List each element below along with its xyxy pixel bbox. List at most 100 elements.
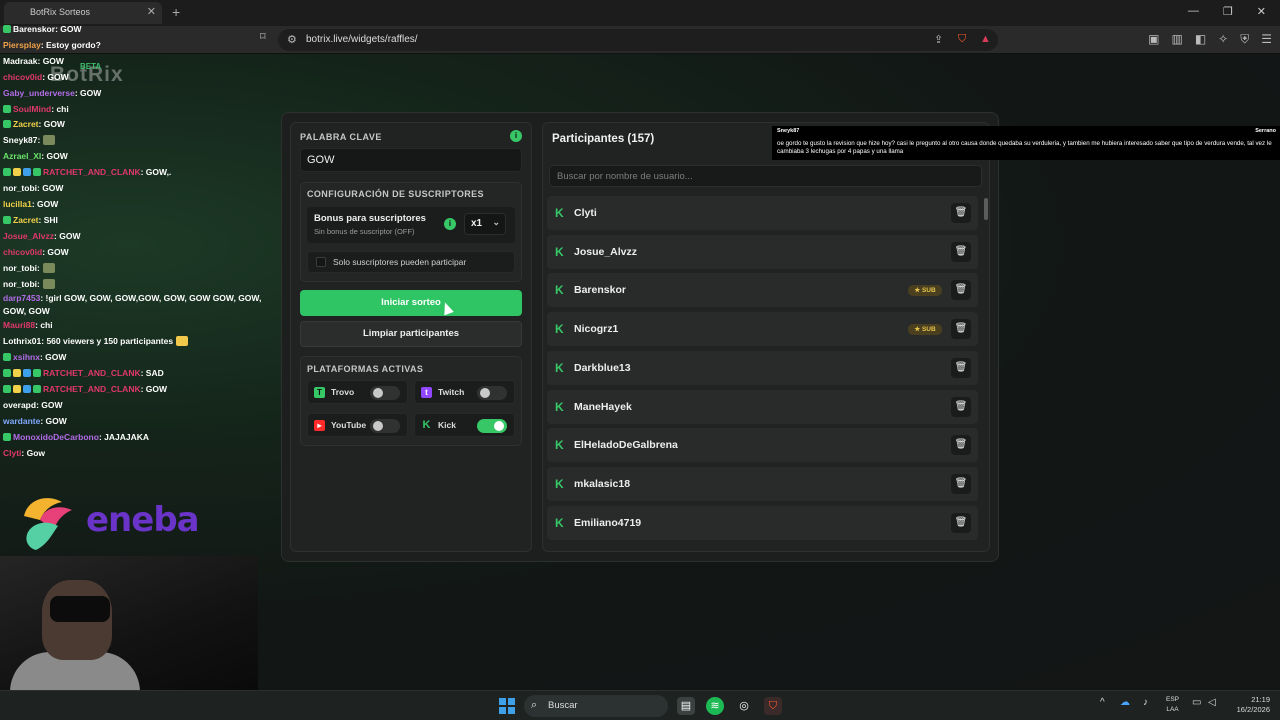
url-field[interactable]: ⚙ botrix.live/widgets/raffles/ ⇪ ⛉ ▲: [278, 29, 998, 51]
chat-text: : chi: [35, 320, 53, 331]
participant-row[interactable]: K ElHeladoDeGalbrena 🗑: [547, 428, 978, 463]
spotify-icon[interactable]: ≋: [706, 697, 724, 715]
new-tab-button[interactable]: +: [172, 4, 180, 20]
site-info-icon[interactable]: ⚙: [287, 33, 297, 46]
language-indicator[interactable]: ESP LAA: [1166, 695, 1179, 715]
kick-toggle[interactable]: [477, 419, 507, 433]
chat-text: : GOW: [39, 352, 67, 363]
multiplier-select[interactable]: x1 ⌄: [464, 213, 506, 235]
trash-icon[interactable]: 🗑: [951, 473, 971, 494]
chat-message: wardante: GOW: [3, 414, 263, 430]
obs-icon[interactable]: ◎: [735, 697, 753, 715]
sidebar-icon[interactable]: ▥: [1171, 32, 1182, 47]
brave-shield-icon[interactable]: ⛉: [958, 33, 966, 46]
chat-emote-icon: [176, 336, 189, 347]
chat-message: overapd: GOW: [3, 398, 263, 414]
tab-botrix[interactable]: BotRix Sorteos ✕: [4, 2, 162, 24]
participant-name: ManeHayek: [574, 400, 632, 413]
brave-rewards-icon[interactable]: ▲: [980, 33, 991, 45]
participant-row[interactable]: K Darkblue13 🗑: [547, 350, 978, 385]
chat-username: MonoxidoDeCarbono: [13, 431, 99, 442]
platform-name: Trovo: [331, 387, 355, 397]
participant-row[interactable]: K Nicogrz1 ★ SUB 🗑: [547, 312, 978, 347]
trash-icon[interactable]: 🗑: [951, 357, 971, 378]
participant-search-input[interactable]: [549, 165, 982, 187]
chat-text: : GOW: [55, 24, 82, 34]
trash-icon[interactable]: 🗑: [951, 435, 971, 456]
participant-row[interactable]: Kmkalasic18 🗑: [547, 466, 978, 501]
chat-text: : 560 viewers y 150 participantes: [41, 336, 174, 347]
trash-icon[interactable]: 🗑: [951, 396, 971, 417]
info-icon[interactable]: i: [510, 130, 522, 142]
chat-username: chicov0id: [3, 246, 43, 257]
chat-username: Zacret: [13, 119, 39, 130]
participant-row[interactable]: K ManeHayek 🗑: [547, 389, 978, 424]
chat-text: : Estoy gordo?: [40, 39, 101, 50]
sub-badge: ★ SUB: [908, 324, 942, 336]
chat-overlay: Barenskor: GOW Piersplay: Estoy gordo? Mad…: [3, 22, 263, 462]
keyword-label: PALABRA CLAVE: [300, 132, 382, 142]
mic-icon[interactable]: ♪: [1143, 697, 1148, 708]
eneba-logo: eneba: [18, 494, 218, 554]
platform-name: YouTube: [331, 420, 367, 430]
windows-start-icon[interactable]: [499, 698, 515, 714]
close-window-icon[interactable]: ✕: [1257, 5, 1266, 18]
youtube-toggle[interactable]: [370, 419, 400, 433]
keyword-input[interactable]: [300, 148, 522, 172]
participant-row[interactable]: K Emiliano4719 🗑: [547, 505, 978, 540]
participant-row[interactable]: K Josue_Alvzz 🗑: [547, 234, 978, 269]
trash-icon[interactable]: 🗑: [951, 241, 971, 262]
tab-close-icon[interactable]: ✕: [147, 5, 156, 18]
trash-icon[interactable]: 🗑: [951, 319, 971, 340]
share-icon[interactable]: ⇪: [934, 33, 943, 46]
bonus-info-icon[interactable]: i: [444, 218, 456, 230]
chat-username: wardante: [3, 415, 41, 426]
vpn-icon[interactable]: ⛨: [1240, 32, 1249, 47]
volume-icon[interactable]: ◁: [1208, 697, 1216, 708]
tray-expand-icon[interactable]: ^: [1100, 697, 1105, 708]
chat-text: : GOW: [37, 183, 64, 194]
taskbar-search[interactable]: ⌕ Buscar: [524, 695, 668, 717]
trovo-toggle[interactable]: [370, 386, 400, 400]
clock[interactable]: 21:19 16/2/2026: [1226, 695, 1270, 715]
bonus-subtitle: Sin bonus de suscriptor (OFF): [314, 227, 415, 236]
kick-icon: K: [555, 244, 564, 259]
maximize-icon[interactable]: ❐: [1223, 5, 1233, 18]
only-subs-checkbox[interactable]: [316, 257, 326, 267]
clear-participants-button[interactable]: Limpiar participantes: [300, 321, 522, 347]
chat-text: : GOW: [140, 384, 168, 395]
chat-badge-icon: [23, 168, 31, 177]
onedrive-icon[interactable]: ☁: [1120, 697, 1130, 708]
chat-message: Josue_Alvzz: GOW: [3, 229, 263, 245]
twitch-toggle[interactable]: [477, 386, 507, 400]
trash-icon[interactable]: 🗑: [951, 512, 971, 533]
chat-message: RATCHET_AND_CLANK: SAD: [3, 366, 263, 382]
chat-badge-icon: [3, 104, 11, 113]
trash-icon[interactable]: 🗑: [951, 203, 971, 223]
keyboard-layout: LAA: [1166, 706, 1179, 713]
chat-username: RATCHET_AND_CLANK: [43, 167, 141, 178]
task-view-icon[interactable]: ▤: [677, 697, 695, 715]
minimize-icon[interactable]: —: [1188, 5, 1199, 18]
notification-user: Sneyk87: [777, 128, 800, 134]
chat-message: nor_tobi: GOW: [3, 181, 263, 197]
chat-text: : GOW: [54, 230, 81, 241]
start-raffle-button[interactable]: Iniciar sorteo: [300, 290, 522, 316]
chat-username: Josue_Alvzz: [3, 230, 55, 241]
participant-scrollbar[interactable]: [984, 198, 988, 220]
trovo-icon: T: [314, 387, 325, 398]
participant-row[interactable]: K Clyti 🗑: [547, 196, 978, 230]
network-icon[interactable]: ▭: [1192, 697, 1201, 708]
chat-message: RATCHET_AND_CLANK: GOW: [3, 382, 263, 398]
chat-text: : Gow: [21, 447, 46, 458]
menu-icon[interactable]: ☰: [1261, 32, 1272, 47]
chat-badge-icon: [3, 120, 11, 129]
wallet-icon[interactable]: ◧: [1195, 32, 1206, 47]
chat-text: : GOW: [74, 87, 102, 98]
participant-row[interactable]: K Barenskor ★ SUB 🗑: [547, 273, 978, 308]
media-icon[interactable]: ▣: [1148, 32, 1159, 47]
leo-ai-icon[interactable]: ✧: [1218, 32, 1228, 47]
brave-taskbar-icon[interactable]: ⛉: [764, 697, 782, 715]
trash-icon[interactable]: 🗑: [951, 280, 971, 301]
kick-icon: K: [555, 283, 564, 298]
